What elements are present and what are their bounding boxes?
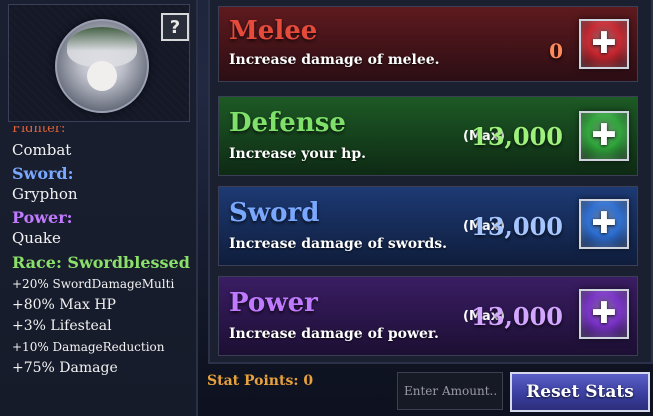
- stat-value-defense: 13,000: [471, 122, 563, 151]
- cut-off-label: Fighter:: [12, 126, 192, 132]
- plus-icon: ✚: [591, 118, 617, 153]
- help-button[interactable]: ?: [161, 13, 189, 41]
- reset-stats-button[interactable]: Reset Stats: [510, 372, 650, 412]
- character-panel: ? Fighter: Combat Sword: Gryphon Power: …: [0, 0, 198, 416]
- add-power-button[interactable]: ✚: [579, 289, 629, 339]
- avatar-frame: ?: [8, 4, 190, 122]
- stat-value-sword: 13,000: [471, 212, 563, 241]
- avatar: [55, 19, 149, 113]
- bonus-lifesteal: +3% Lifesteal: [12, 318, 112, 334]
- bonus-sword-damage: +20% SwordDamageMulti: [12, 277, 175, 291]
- stat-desc-power: Increase damage of power.: [229, 326, 439, 342]
- amount-input[interactable]: [397, 372, 503, 410]
- stat-name-sword: Sword: [229, 198, 320, 228]
- stat-name-defense: Defense: [229, 108, 346, 138]
- stat-value-melee: 0: [549, 39, 563, 63]
- bonus-max-hp: +80% Max HP: [12, 297, 116, 313]
- stat-row-defense: Defense Increase your hp. (Max) 13,000 ✚: [218, 96, 638, 176]
- stat-desc-sword: Increase damage of swords.: [229, 236, 448, 252]
- sword-value: Gryphon: [12, 185, 78, 203]
- plus-icon: ✚: [591, 296, 617, 331]
- power-value: Quake: [12, 229, 61, 247]
- avatar-face: [87, 61, 117, 91]
- stat-name-power: Power: [229, 288, 318, 318]
- power-label: Power:: [12, 208, 73, 227]
- race-line: Race: Swordblessed: [12, 253, 190, 272]
- stat-name-melee: Melee: [229, 16, 318, 46]
- bonus-damage: +75% Damage: [12, 360, 118, 376]
- stat-row-melee: Melee Increase damage of melee. 0 ✚: [218, 6, 638, 82]
- stat-desc-melee: Increase damage of melee.: [229, 52, 440, 68]
- plus-icon: ✚: [591, 26, 617, 61]
- stat-desc-defense: Increase your hp.: [229, 146, 367, 162]
- add-sword-button[interactable]: ✚: [579, 199, 629, 249]
- add-defense-button[interactable]: ✚: [579, 111, 629, 161]
- sword-label: Sword:: [12, 164, 74, 183]
- fighting-style-value: Combat: [12, 141, 72, 159]
- stat-row-sword: Sword Increase damage of swords. (Max) 1…: [218, 186, 638, 266]
- stats-menu: ? Fighter: Combat Sword: Gryphon Power: …: [0, 0, 653, 416]
- bonus-damage-reduction: +10% DamageReduction: [12, 340, 165, 354]
- stat-value-power: 13,000: [471, 302, 563, 331]
- stat-row-power: Power Increase damage of power. (Max) 13…: [218, 276, 638, 356]
- character-info: Fighter: Combat Sword: Gryphon Power: Qu…: [12, 126, 192, 379]
- add-melee-button[interactable]: ✚: [579, 19, 629, 69]
- plus-icon: ✚: [591, 206, 617, 241]
- stat-points-label: Stat Points: 0: [207, 373, 314, 389]
